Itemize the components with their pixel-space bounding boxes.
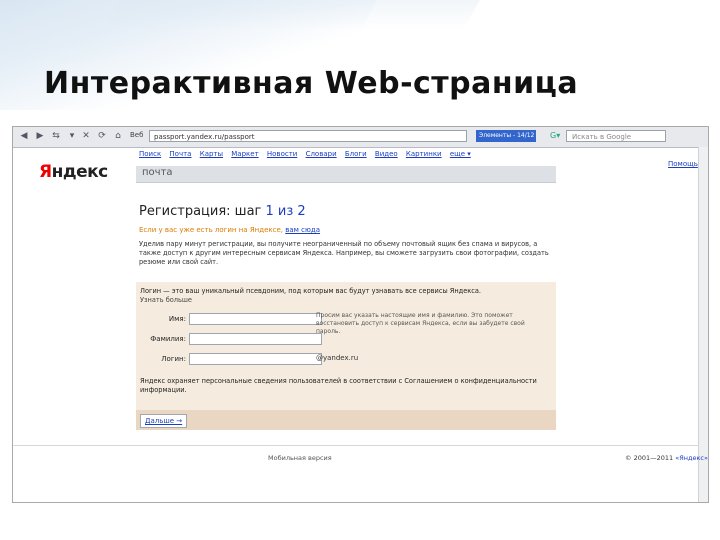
service-bar: почта xyxy=(136,166,556,183)
yandex-logo[interactable]: Яндекс xyxy=(39,162,108,182)
copyright: © 2001—2011 «Яндекс» xyxy=(625,454,708,462)
mobile-version-link[interactable]: Мобильная версия xyxy=(268,454,332,462)
help-link[interactable]: Помощь xyxy=(668,160,698,168)
nav-link[interactable]: Видео xyxy=(375,150,398,158)
nav-link[interactable]: Маркет xyxy=(231,150,258,158)
last-name-label: Фамилия: xyxy=(150,335,186,343)
registration-form: Логин — это ваш уникальный псевдоним, по… xyxy=(136,282,556,410)
nav-link[interactable]: Словари xyxy=(306,150,337,158)
learn-more-link[interactable]: Узнать больше xyxy=(140,296,540,305)
page-title: Регистрация: шаг 1 из 2 xyxy=(139,204,306,219)
nav-link[interactable]: Новости xyxy=(267,150,297,158)
nav-link[interactable]: Поиск xyxy=(139,150,161,158)
login-link[interactable]: вам сюда xyxy=(285,226,320,234)
already-registered-note: Если у вас уже есть логин на Яндексе, ва… xyxy=(139,226,320,234)
name-hint: Просим вас указать настоящие имя и фамил… xyxy=(316,312,525,335)
nav-more[interactable]: еще ▾ xyxy=(450,150,471,158)
slide-title: Интерактивная Web-страница xyxy=(44,66,579,101)
google-search-input[interactable]: Искать в Google xyxy=(566,130,666,142)
nav-link[interactable]: Почта xyxy=(169,150,191,158)
first-name-field[interactable] xyxy=(189,313,322,325)
google-icon[interactable]: G▾ xyxy=(550,130,564,142)
nav-link[interactable]: Картинки xyxy=(406,150,442,158)
already-text: Если у вас уже есть логин на Яндексе, xyxy=(139,226,286,234)
title-step: 1 из 2 xyxy=(265,204,306,219)
elements-indicator[interactable]: Элементы - 14/12 xyxy=(476,130,536,142)
logo-rest: ндекс xyxy=(51,162,109,182)
address-label: Веб xyxy=(130,131,144,139)
browser-window: ◀ ▶ ⇆ ▾ ✕ ⟳ ⌂ Веб passport.yandex.ru/pas… xyxy=(12,126,709,503)
title-prefix: Регистрация: шаг xyxy=(139,204,266,219)
intro-text: Уделив пару минут регистрации, вы получи… xyxy=(139,240,549,266)
login-field[interactable] xyxy=(189,353,322,365)
last-name-field[interactable] xyxy=(189,333,322,345)
slide-deco-band-2 xyxy=(102,0,498,30)
logo-first-letter: Я xyxy=(39,162,52,182)
next-button[interactable]: Дальше → xyxy=(140,414,188,428)
reload-icon[interactable]: ⟳ xyxy=(95,130,109,143)
first-name-label: Имя: xyxy=(168,315,186,323)
yandex-link[interactable]: «Яндекс» xyxy=(675,454,708,462)
stop-icon[interactable]: ✕ xyxy=(79,130,93,143)
service-name: почта xyxy=(142,167,173,178)
login-description: Логин — это ваш уникальный псевдоним, по… xyxy=(140,287,482,295)
copyright-text: © 2001—2011 xyxy=(625,454,676,462)
browser-toolbar: ◀ ▶ ⇆ ▾ ✕ ⟳ ⌂ Веб passport.yandex.ru/pas… xyxy=(13,127,708,148)
login-label: Логин: xyxy=(161,355,186,363)
form-footer: Дальше → xyxy=(136,410,556,430)
yandex-nav: Поиск Почта Карты Маркет Новости Словари… xyxy=(139,150,477,158)
home-icon[interactable]: ⌂ xyxy=(111,130,125,143)
forward-icon[interactable]: ▶ xyxy=(33,130,47,143)
footer-divider xyxy=(13,445,699,446)
nav-link[interactable]: Карты xyxy=(200,150,223,158)
login-domain-suffix: @yandex.ru xyxy=(316,354,359,362)
dropdown-icon[interactable]: ▾ xyxy=(65,130,79,143)
address-bar[interactable]: passport.yandex.ru/passport xyxy=(149,130,467,142)
privacy-note: Яндекс охраняет персональные сведения по… xyxy=(140,377,537,394)
scrollbar[interactable] xyxy=(698,147,708,502)
form-header: Логин — это ваш уникальный псевдоним, по… xyxy=(140,287,540,305)
nav-link[interactable]: Блоги xyxy=(345,150,367,158)
back-icon[interactable]: ◀ xyxy=(17,130,31,143)
history-icon[interactable]: ⇆ xyxy=(49,130,63,143)
